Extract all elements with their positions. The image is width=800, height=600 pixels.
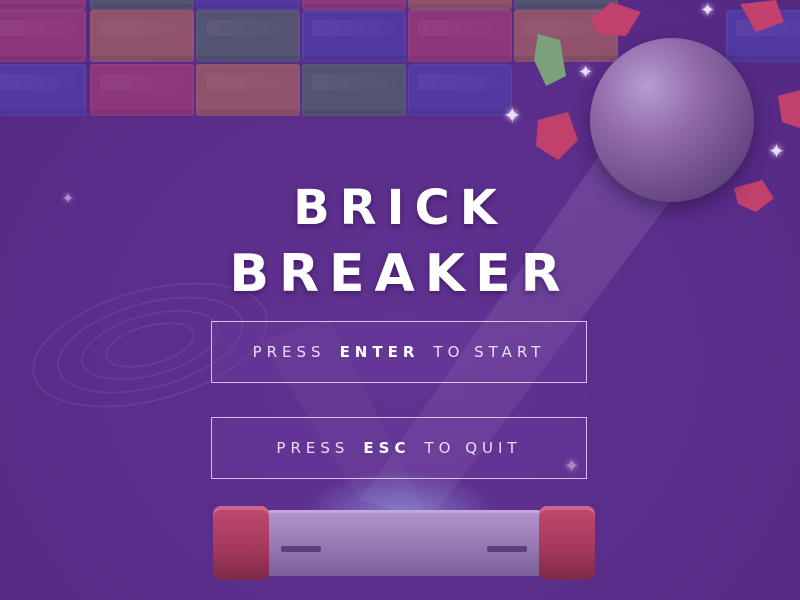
paddle-vent (281, 546, 321, 552)
brick (90, 64, 194, 116)
quit-suffix: TO QUIT (424, 439, 522, 457)
quit-prefix: PRESS (276, 439, 350, 457)
brick (90, 0, 194, 10)
quit-key: ESC (363, 439, 411, 457)
brick (0, 0, 86, 10)
sparkle-icon: ✦ (700, 0, 716, 21)
brick-shard (534, 34, 566, 86)
brick (0, 64, 86, 116)
game-screen: ✦ ✦ ✦ ✦ ✦ ✦ BRICK BREAKER PRESS ENTER TO… (0, 0, 800, 600)
brick-shard (740, 0, 784, 32)
start-key: ENTER (339, 343, 420, 361)
game-title-line-2: BREAKER (229, 244, 571, 304)
brick (196, 64, 300, 116)
brick (408, 10, 512, 62)
brick (302, 64, 406, 116)
paddle-vent (487, 546, 527, 552)
paddle-cap-left (213, 506, 269, 580)
start-prefix: PRESS (252, 343, 326, 361)
brick (0, 10, 86, 62)
brick-shard (536, 112, 578, 160)
game-title-line-1: BRICK (293, 180, 507, 236)
brick (302, 10, 406, 62)
brick (90, 10, 194, 62)
paddle-icon (213, 506, 595, 580)
brick-shard (591, 2, 641, 36)
start-button[interactable]: PRESS ENTER TO START (211, 321, 587, 383)
brick (408, 0, 512, 10)
brick-shard (778, 90, 800, 128)
sparkle-icon: ✦ (768, 139, 785, 163)
brick (196, 10, 300, 62)
sparkle-icon: ✦ (578, 62, 594, 83)
brick (408, 64, 512, 116)
paddle-cap-right (539, 506, 595, 580)
brick (196, 0, 300, 10)
start-suffix: TO START (433, 343, 546, 361)
ball-icon (590, 38, 754, 202)
sparkle-icon: ✦ (503, 104, 522, 129)
paddle-body (265, 510, 543, 576)
brick (302, 0, 406, 10)
